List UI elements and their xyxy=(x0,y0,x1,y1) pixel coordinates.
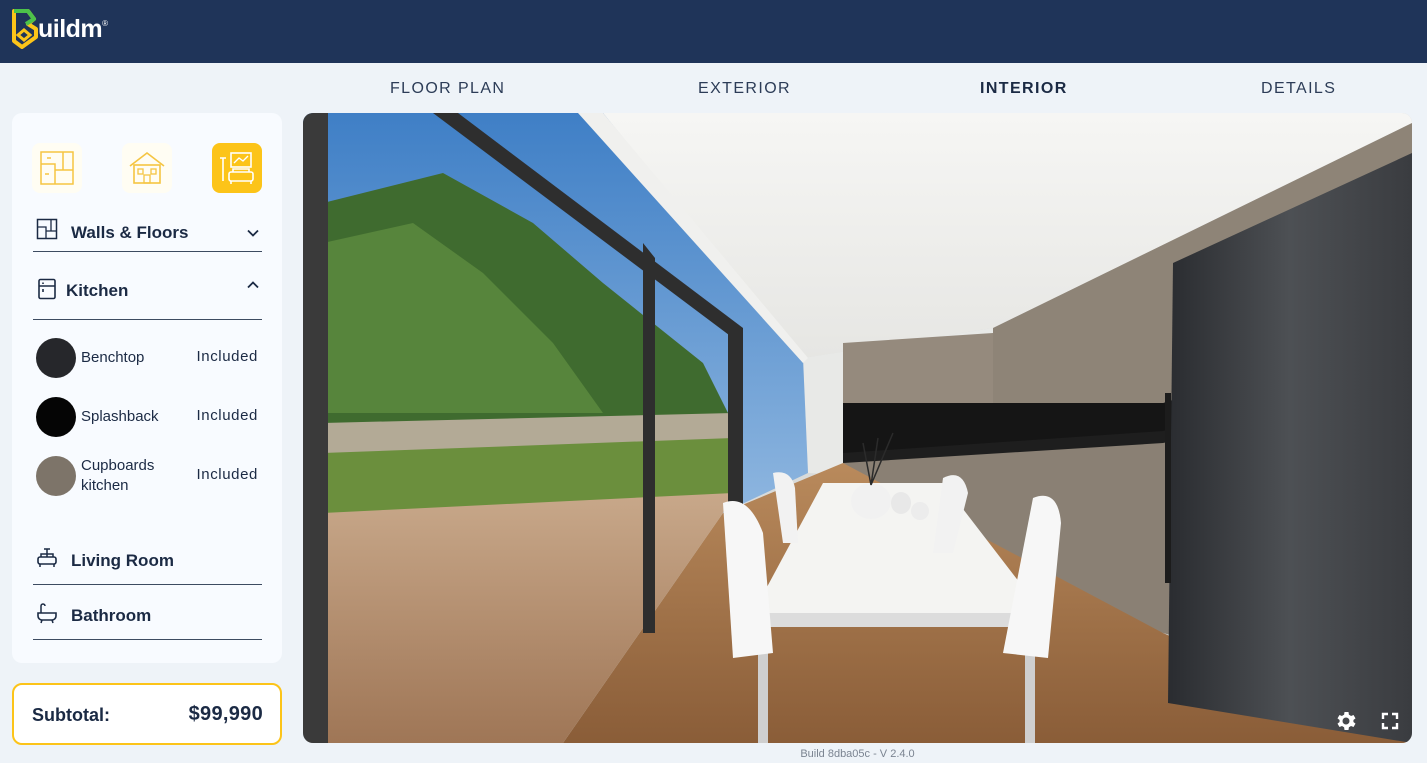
bathtub-icon xyxy=(36,602,58,624)
tab-interior[interactable]: INTERIOR xyxy=(980,80,1068,98)
benchtop-swatch xyxy=(36,338,76,378)
section-bathroom-label: Bathroom xyxy=(71,606,152,625)
category-interior-button[interactable] xyxy=(212,143,262,193)
house-exterior-icon xyxy=(129,151,165,184)
top-bar: uildm® xyxy=(0,0,1427,63)
interior-render-image xyxy=(303,113,1412,743)
tab-exterior[interactable]: EXTERIOR xyxy=(698,80,791,98)
sofa-icon xyxy=(36,547,58,569)
item-name: Benchtop xyxy=(81,349,145,366)
cupboards-swatch xyxy=(36,456,76,496)
item-status: Included xyxy=(196,466,258,483)
section-living-room-label: Living Room xyxy=(71,551,174,570)
interior-room-icon xyxy=(220,152,254,184)
kitchen-icon xyxy=(36,278,58,300)
fullscreen-icon xyxy=(1381,712,1399,730)
chevron-down-icon xyxy=(247,229,259,237)
section-kitchen[interactable]: Kitchen xyxy=(33,268,262,320)
item-name: Splashback xyxy=(81,408,159,425)
item-status: Included xyxy=(196,348,258,365)
viewer-settings-button[interactable] xyxy=(1332,707,1360,735)
section-walls-floors-label: Walls & Floors xyxy=(71,223,189,242)
chevron-up-icon xyxy=(247,281,259,289)
section-walls-floors[interactable]: Walls & Floors xyxy=(33,212,262,252)
category-floor-plan-button[interactable] xyxy=(32,143,82,193)
floor-plan-icon xyxy=(40,151,74,185)
interior-3d-viewer[interactable] xyxy=(303,113,1412,743)
buildm-logo[interactable]: uildm® xyxy=(10,7,108,51)
logo-text: uildm® xyxy=(38,14,108,43)
tab-details[interactable]: DETAILS xyxy=(1261,80,1336,98)
gear-icon xyxy=(1337,712,1356,730)
tab-floor-plan[interactable]: FLOOR PLAN xyxy=(390,80,505,98)
subtotal-box: Subtotal: $99,990 xyxy=(12,683,282,745)
subtotal-label: Subtotal: xyxy=(32,705,110,725)
category-exterior-button[interactable] xyxy=(122,143,172,193)
section-kitchen-label: Kitchen xyxy=(66,281,129,300)
viewer-fullscreen-button[interactable] xyxy=(1376,707,1404,735)
item-status: Included xyxy=(196,407,258,424)
section-bathroom[interactable]: Bathroom xyxy=(33,593,262,640)
kitchen-item-benchtop[interactable]: Benchtop Included xyxy=(36,336,258,380)
kitchen-item-cupboards[interactable]: Cupboards kitchen Included xyxy=(36,454,258,498)
section-living-room[interactable]: Living Room xyxy=(33,538,262,585)
main-tabs: FLOOR PLAN EXTERIOR INTERIOR DETAILS xyxy=(303,63,1412,113)
options-panel: Walls & Floors Kitchen Benchtop Included… xyxy=(12,113,282,663)
splashback-swatch xyxy=(36,397,76,437)
build-version: Build 8dba05c - V 2.4.0 xyxy=(800,748,915,760)
item-name: Cupboards kitchen xyxy=(81,457,155,494)
kitchen-item-splashback[interactable]: Splashback Included xyxy=(36,395,258,439)
subtotal-value: $99,990 xyxy=(188,703,263,725)
logo-mark-icon xyxy=(12,9,38,49)
walls-floors-icon xyxy=(36,218,58,240)
